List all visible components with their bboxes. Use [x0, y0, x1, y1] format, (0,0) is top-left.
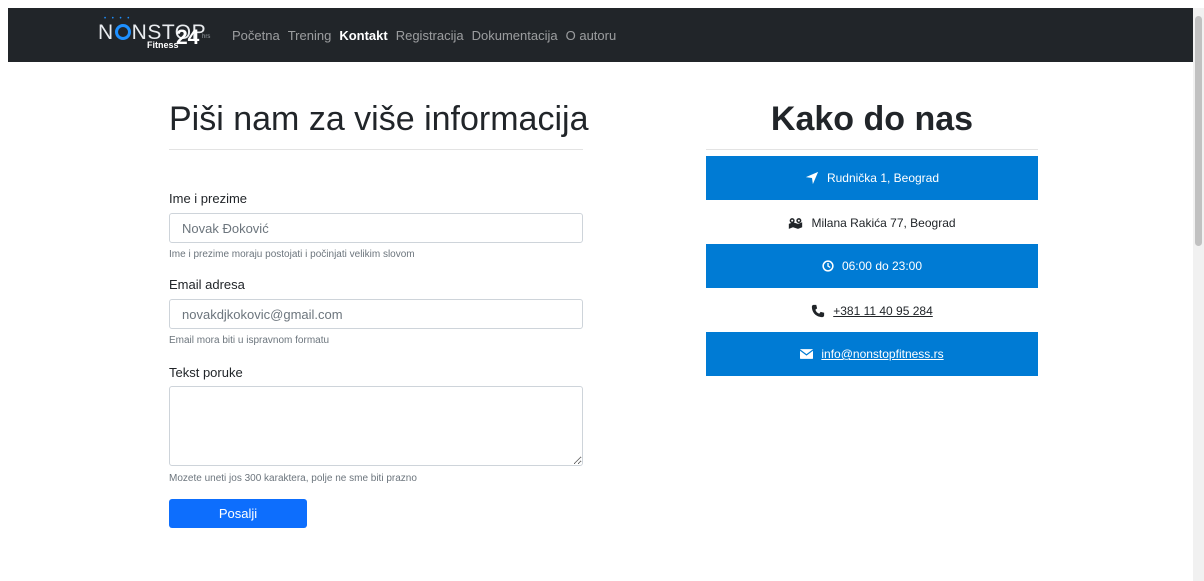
clock-icon: [822, 260, 834, 272]
address-secondary-text: Milana Rakića 77, Beograd: [811, 216, 956, 230]
email-link[interactable]: info@nonstopfitness.rs: [821, 347, 943, 361]
message-textarea[interactable]: [169, 386, 583, 466]
form-title: Piši nam za više informacija: [169, 100, 589, 138]
hours-text: 06:00 do 23:00: [841, 259, 923, 273]
contact-title-divider: [706, 149, 1038, 150]
phone-row: +381 11 40 95 284: [706, 300, 1038, 322]
phone-link[interactable]: +381 11 40 95 284: [833, 304, 933, 318]
address-primary-text: Rudnička 1, Beograd: [826, 171, 940, 185]
nav-item-pocetna[interactable]: Početna: [232, 28, 280, 43]
brand-logo[interactable]: • • • • N NSTOP Fitness 24 hrs: [92, 12, 220, 58]
name-input[interactable]: [169, 213, 583, 243]
hours-button[interactable]: 06:00 do 23:00: [706, 244, 1038, 288]
nav-item-dokumentacija[interactable]: Dokumentacija: [472, 28, 558, 43]
message-help-text: Mozete uneti jos 300 karaktera, polje ne…: [169, 473, 417, 484]
logo-o-ring: [114, 24, 131, 40]
page-scrollbar[interactable]: [1193, 8, 1204, 581]
form-title-divider: [169, 149, 583, 150]
email-help-text: Email mora biti u ispravnom formatu: [169, 335, 330, 346]
navbar: • • • • N NSTOP Fitness 24 hrs Početna Tr…: [8, 8, 1193, 62]
map-marked-icon: [788, 217, 803, 230]
name-help-text: Ime i prezime moraju postojati i počinja…: [169, 249, 415, 260]
nav-item-o-autoru[interactable]: O autoru: [566, 28, 617, 43]
logo-number: 24: [176, 26, 200, 49]
submit-button[interactable]: Posalji: [169, 499, 307, 528]
nav-item-trening[interactable]: Trening: [288, 28, 332, 43]
envelope-icon: [800, 349, 814, 359]
page-top-strip: [0, 0, 1204, 8]
scrollbar-thumb[interactable]: [1195, 16, 1202, 246]
nav-links: Početna Trening Kontakt Registracija Dok…: [232, 8, 624, 62]
address-secondary-row: Milana Rakića 77, Beograd: [706, 212, 1038, 234]
address-primary-button[interactable]: Rudnička 1, Beograd: [706, 156, 1038, 200]
email-button[interactable]: info@nonstopfitness.rs: [706, 332, 1038, 376]
location-arrow-icon: [805, 171, 819, 185]
message-label: Tekst poruke: [169, 365, 243, 380]
name-label: Ime i prezime: [169, 191, 248, 206]
nav-item-registracija[interactable]: Registracija: [396, 28, 464, 43]
logo-hrs-text: hrs: [202, 34, 211, 40]
logo-fitness-text: Fitness: [147, 40, 179, 50]
phone-icon: [811, 304, 825, 318]
nav-item-kontakt[interactable]: Kontakt: [339, 28, 387, 43]
email-label: Email adresa: [169, 277, 245, 292]
email-input[interactable]: [169, 299, 583, 329]
contact-title: Kako do nas: [770, 100, 974, 138]
